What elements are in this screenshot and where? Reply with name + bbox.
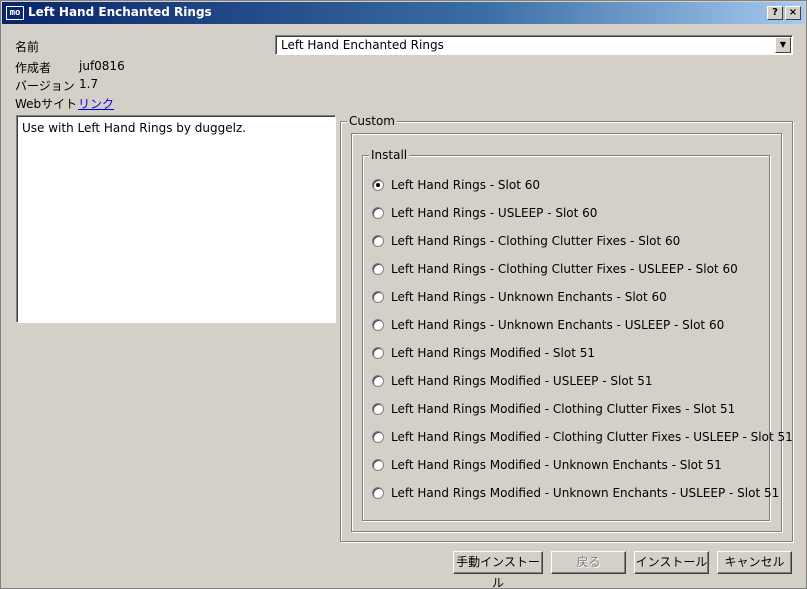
install-option[interactable]: Left Hand Rings - USLEEP - Slot 60: [372, 205, 597, 221]
app-icon: mo: [6, 6, 24, 20]
title-bar[interactable]: mo Left Hand Enchanted Rings ? ×: [2, 2, 805, 24]
radio-button[interactable]: [372, 487, 384, 499]
install-option[interactable]: Left Hand Rings - Unknown Enchants - USL…: [372, 317, 724, 333]
author-label: 作成者: [15, 61, 52, 75]
install-option[interactable]: Left Hand Rings Modified - Slot 51: [372, 345, 595, 361]
name-select-value: Left Hand Enchanted Rings: [281, 38, 444, 52]
install-option[interactable]: Left Hand Rings Modified - Unknown Encha…: [372, 457, 722, 473]
install-option-label: Left Hand Rings Modified - Unknown Encha…: [391, 486, 780, 500]
install-option-label: Left Hand Rings - Unknown Enchants - Slo…: [391, 290, 667, 304]
install-option-label: Left Hand Rings - Slot 60: [391, 178, 540, 192]
install-group-legend: Install: [369, 148, 410, 162]
description-box[interactable]: Use with Left Hand Rings by duggelz.: [16, 115, 336, 323]
install-option-label: Left Hand Rings Modified - Clothing Clut…: [391, 402, 736, 416]
radio-button[interactable]: [372, 179, 384, 191]
radio-button[interactable]: [372, 431, 384, 443]
radio-button[interactable]: [372, 347, 384, 359]
version-value: 1.7: [79, 77, 99, 91]
install-option[interactable]: Left Hand Rings Modified - Clothing Clut…: [372, 429, 793, 445]
cancel-button[interactable]: キャンセル: [717, 551, 792, 574]
radio-button[interactable]: [372, 263, 384, 275]
install-option-label: Left Hand Rings Modified - Unknown Encha…: [391, 458, 722, 472]
install-option-label: Left Hand Rings - Clothing Clutter Fixes…: [391, 262, 738, 276]
install-option-label: Left Hand Rings Modified - USLEEP - Slot…: [391, 374, 653, 388]
installer-window: mo Left Hand Enchanted Rings ? × 名前 作成者 …: [0, 0, 807, 589]
install-option[interactable]: Left Hand Rings Modified - Clothing Clut…: [372, 401, 735, 417]
name-select[interactable]: Left Hand Enchanted Rings ▼: [275, 35, 793, 55]
name-label: 名前: [15, 40, 40, 54]
install-button[interactable]: インストール: [634, 551, 709, 574]
version-label: バージョン: [15, 79, 75, 93]
chevron-down-icon[interactable]: ▼: [775, 37, 791, 53]
window-title: Left Hand Enchanted Rings: [28, 5, 212, 19]
website-link[interactable]: リンク: [78, 95, 114, 112]
help-button[interactable]: ?: [767, 6, 783, 20]
install-option-label: Left Hand Rings - Clothing Clutter Fixes…: [391, 234, 681, 248]
radio-button[interactable]: [372, 207, 384, 219]
install-option[interactable]: Left Hand Rings - Unknown Enchants - Slo…: [372, 289, 667, 305]
radio-button[interactable]: [372, 319, 384, 331]
install-option[interactable]: Left Hand Rings Modified - Unknown Encha…: [372, 485, 779, 501]
radio-button[interactable]: [372, 403, 384, 415]
website-label: Webサイト: [15, 97, 78, 111]
author-value: juf0816: [79, 59, 125, 73]
install-option[interactable]: Left Hand Rings - Clothing Clutter Fixes…: [372, 233, 680, 249]
install-option-label: Left Hand Rings Modified - Clothing Clut…: [391, 430, 793, 444]
radio-button[interactable]: [372, 375, 384, 387]
install-option-label: Left Hand Rings Modified - Slot 51: [391, 346, 596, 360]
back-button[interactable]: 戻る: [551, 551, 626, 574]
radio-button[interactable]: [372, 235, 384, 247]
install-option-label: Left Hand Rings - Unknown Enchants - USL…: [391, 318, 725, 332]
radio-button[interactable]: [372, 459, 384, 471]
install-option-label: Left Hand Rings - USLEEP - Slot 60: [391, 206, 598, 220]
manual-install-button[interactable]: 手動インストール: [453, 551, 543, 589]
install-option[interactable]: Left Hand Rings - Clothing Clutter Fixes…: [372, 261, 738, 277]
description-text: Use with Left Hand Rings by duggelz.: [22, 121, 247, 135]
install-option[interactable]: Left Hand Rings - Slot 60: [372, 177, 540, 193]
close-button[interactable]: ×: [785, 6, 801, 20]
radio-button[interactable]: [372, 291, 384, 303]
custom-group-legend: Custom: [347, 114, 397, 128]
install-option[interactable]: Left Hand Rings Modified - USLEEP - Slot…: [372, 373, 652, 389]
